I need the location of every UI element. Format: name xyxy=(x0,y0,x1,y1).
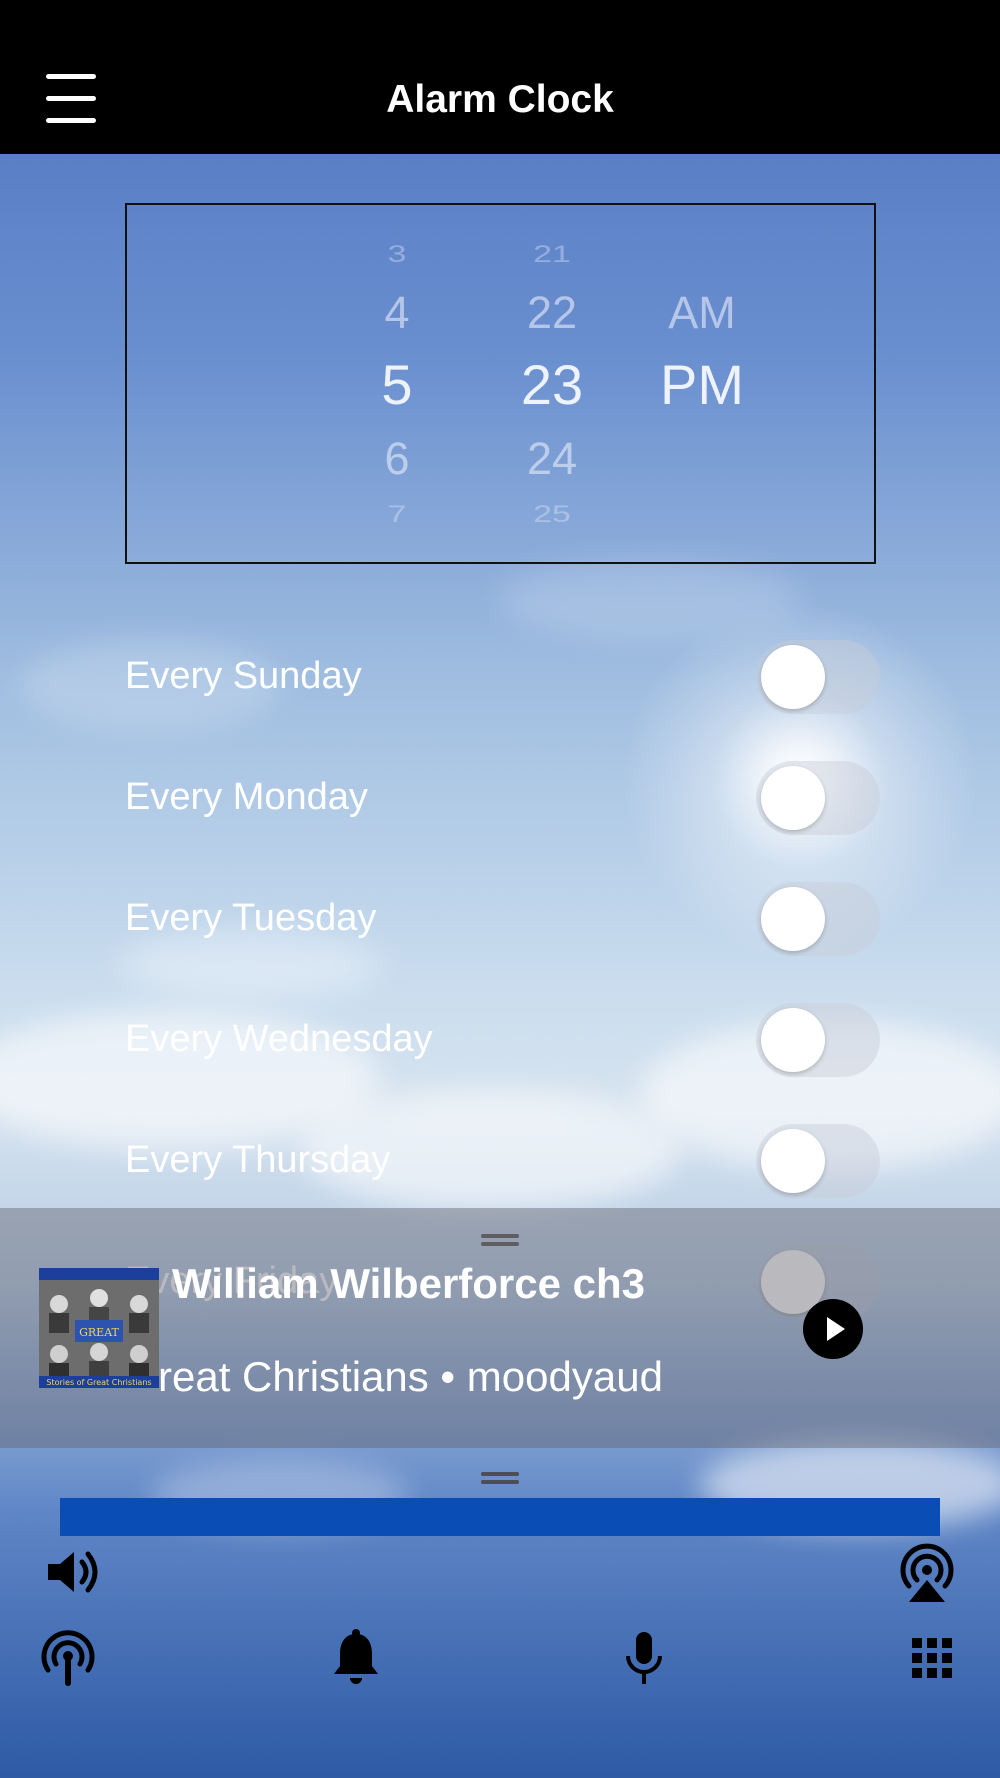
toggle-knob xyxy=(761,766,825,830)
minute-selected[interactable]: 23 xyxy=(482,352,622,417)
toggle-knob xyxy=(761,1129,825,1193)
day-label: Every Monday xyxy=(125,776,368,818)
drag-handle-icon[interactable] xyxy=(481,1234,519,1248)
day-label: Every Thursday xyxy=(125,1139,391,1181)
period-wheel[interactable]: AM PM xyxy=(632,205,772,562)
day-row-tuesday: Every Tuesday xyxy=(125,879,880,956)
monday-toggle[interactable] xyxy=(756,761,880,835)
track-title: William Wilberforce ch3 xyxy=(172,1260,646,1307)
day-label: Every Sunday xyxy=(125,655,362,697)
artwork-text: GREAT xyxy=(79,1326,119,1339)
period-option[interactable]: AM xyxy=(632,287,772,339)
top-bar: Alarm Clock xyxy=(0,0,1000,154)
toggle-knob xyxy=(761,645,825,709)
tuesday-toggle[interactable] xyxy=(756,882,880,956)
hour-selected[interactable]: 5 xyxy=(327,352,467,417)
airplay-icon[interactable] xyxy=(895,1540,959,1604)
day-row-monday: Every Monday xyxy=(125,758,880,835)
thursday-toggle[interactable] xyxy=(756,1124,880,1198)
day-row-thursday: Every Thursday xyxy=(125,1121,880,1198)
time-picker[interactable]: 3 4 5 6 7 21 22 23 24 25 AM PM xyxy=(125,203,876,564)
track-subtitle: reat Christians • moodyaud xyxy=(158,1353,663,1400)
minute-option[interactable]: 24 xyxy=(482,433,622,485)
hour-option[interactable]: 6 xyxy=(327,433,467,485)
hour-option[interactable]: 7 xyxy=(327,501,467,528)
podcast-icon[interactable] xyxy=(36,1626,100,1690)
day-row-sunday: Every Sunday xyxy=(125,637,880,714)
toggle-knob xyxy=(761,887,825,951)
now-playing-bar[interactable]: GREAT Stories of Great Christians Willia… xyxy=(0,1208,1000,1448)
play-button[interactable] xyxy=(803,1299,863,1359)
grid-icon[interactable] xyxy=(900,1626,964,1690)
hour-option[interactable]: 4 xyxy=(327,287,467,339)
period-selected[interactable]: PM xyxy=(632,352,772,417)
day-row-wednesday: Every Wednesday xyxy=(125,1000,880,1077)
bell-icon[interactable] xyxy=(324,1626,388,1690)
progress-bar[interactable] xyxy=(60,1498,940,1536)
hour-wheel[interactable]: 3 4 5 6 7 xyxy=(327,205,467,562)
play-icon xyxy=(827,1317,845,1341)
album-artwork: GREAT Stories of Great Christians xyxy=(39,1268,159,1388)
volume-icon[interactable] xyxy=(42,1540,106,1604)
day-label: Every Tuesday xyxy=(125,897,377,939)
minute-option[interactable]: 21 xyxy=(482,241,622,268)
minute-option[interactable]: 25 xyxy=(482,501,622,528)
wednesday-toggle[interactable] xyxy=(756,1003,880,1077)
minute-option[interactable]: 22 xyxy=(482,287,622,339)
page-title: Alarm Clock xyxy=(386,78,614,121)
microphone-icon[interactable] xyxy=(612,1626,676,1690)
sunday-toggle[interactable] xyxy=(756,640,880,714)
day-label: Every Wednesday xyxy=(125,1018,433,1060)
hour-option[interactable]: 3 xyxy=(327,241,467,268)
minute-wheel[interactable]: 21 22 23 24 25 xyxy=(482,205,622,562)
toggle-knob xyxy=(761,1008,825,1072)
artwork-image: GREAT Stories of Great Christians xyxy=(39,1268,159,1388)
drag-handle-icon[interactable] xyxy=(481,1472,519,1486)
artwork-caption: Stories of Great Christians xyxy=(46,1378,151,1387)
